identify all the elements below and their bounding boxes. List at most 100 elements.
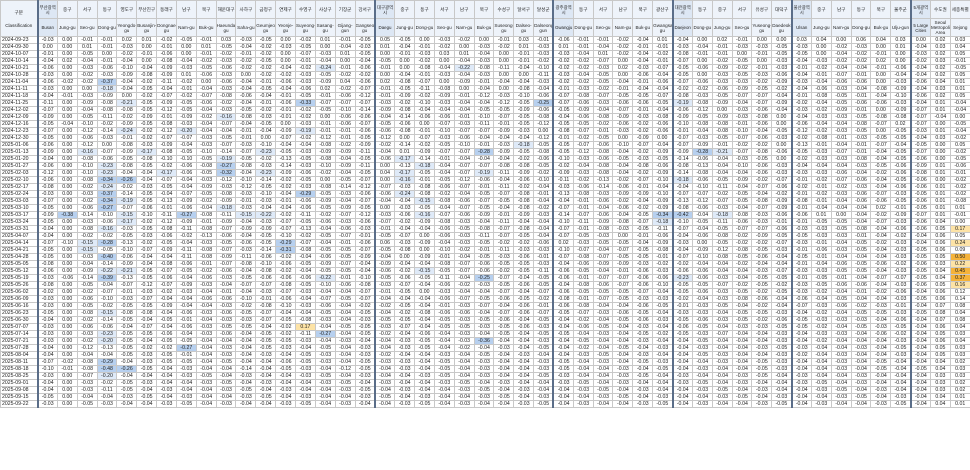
table-cell: 0.05: [929, 225, 951, 233]
table-cell: -0.04: [592, 106, 614, 114]
table-cell: -0.14: [394, 113, 416, 121]
table-cell: -0.03: [810, 57, 832, 65]
table-cell: -0.03: [433, 99, 455, 107]
table-cell: -0.01: [394, 50, 416, 58]
column-header-en: Nam-gu: [175, 18, 197, 37]
table-cell: -0.02: [156, 344, 177, 352]
table-cell: -0.05: [473, 386, 495, 394]
table-cell: -0.04: [36, 232, 58, 240]
table-cell: -0.04: [790, 162, 812, 170]
table-cell: -0.03: [790, 78, 812, 86]
table-cell: -0.05: [513, 295, 535, 303]
table-cell: -0.06: [830, 281, 852, 289]
table-cell: -0.03: [671, 43, 693, 51]
table-cell: -0.10: [116, 64, 138, 72]
table-cell: -0.04: [334, 344, 356, 352]
table-cell: -0.08: [394, 106, 416, 114]
table-cell: -0.05: [354, 358, 376, 366]
table-cell: -0.02: [136, 78, 158, 86]
table-cell: -0.05: [414, 169, 435, 177]
table-cell: -0.03: [36, 323, 58, 331]
table-cell: -0.04: [453, 155, 475, 163]
table-cell: -0.08: [691, 120, 713, 128]
table-cell: -0.03: [751, 344, 773, 352]
table-cell: -0.08: [592, 225, 614, 233]
table-cell: -0.04: [751, 351, 773, 359]
table-cell: -0.14: [116, 190, 138, 198]
table-cell: 0.00: [433, 78, 455, 86]
table-cell: -0.03: [830, 351, 852, 359]
table-cell: -0.05: [414, 274, 435, 282]
table-cell: -0.03: [810, 302, 832, 310]
table-cell: -0.05: [790, 323, 812, 331]
table-cell: -0.05: [334, 379, 356, 387]
table-cell: -0.09: [691, 246, 713, 254]
column-header-en: Nam-gu: [612, 18, 634, 37]
table-cell: -0.11: [175, 225, 197, 233]
table-cell: -0.05: [751, 85, 773, 93]
table-cell: -0.04: [414, 281, 435, 289]
table-cell: -0.01: [116, 134, 138, 142]
table-cell: -0.12: [156, 127, 177, 135]
table-cell: -0.02: [215, 50, 237, 58]
table-cell: -0.02: [156, 162, 177, 170]
table-cell: -0.07: [116, 204, 138, 212]
table-cell: -0.04: [314, 386, 336, 394]
table-cell: -0.42: [671, 211, 693, 219]
table-cell: -0.04: [909, 379, 931, 387]
table-cell: -0.02: [790, 183, 812, 191]
table-cell: -0.08: [394, 78, 416, 86]
table-cell: -0.01: [632, 43, 654, 51]
column-header-en: Buk-gu: [632, 18, 654, 37]
table-cell: -0.09: [612, 190, 634, 198]
table-cell: -0.09: [731, 85, 753, 93]
table-cell: -0.01: [334, 127, 356, 135]
table-cell: -0.05: [850, 127, 872, 135]
table-cell: -0.03: [711, 295, 733, 303]
table-cell: -0.03: [235, 36, 257, 44]
table-cell: -0.04: [453, 288, 475, 296]
table-row: 2025-05-26 -0.08 0.00 -0.05 -0.04 -0.07 -0.12-…: [0, 281, 970, 289]
table-cell: -0.01: [56, 92, 78, 100]
table-cell: -0.11: [552, 176, 574, 184]
table-cell: -0.03: [433, 379, 455, 387]
table-cell: -0.04: [909, 393, 931, 401]
table-cell: -0.21: [116, 267, 138, 275]
table-cell: -0.04: [275, 64, 296, 72]
table-cell: 0.00: [56, 344, 78, 352]
table-cell: -0.03: [76, 379, 98, 387]
table-cell: -0.03: [394, 358, 416, 366]
table-cell: -0.05: [533, 274, 554, 282]
table-cell: -0.05: [909, 141, 931, 149]
table-cell: -0.01: [373, 288, 396, 296]
table-cell: -0.04: [592, 302, 614, 310]
table-cell: -0.01: [830, 274, 852, 282]
table-cell: -0.05: [533, 400, 554, 408]
table-cell: -0.03: [195, 176, 217, 184]
table-cell: -0.03: [632, 155, 654, 163]
table-cell: -0.01: [572, 204, 594, 212]
table-cell: -0.01: [235, 50, 257, 58]
table-cell: -0.04: [909, 400, 931, 408]
table-cell: -0.06: [830, 260, 852, 268]
table-cell: -0.03: [731, 106, 753, 114]
table-row: 2025-06-02 -0.02 0.00 -0.02 -0.07 -0.01 -0.03-…: [0, 288, 970, 296]
table-cell: -0.04: [830, 239, 852, 247]
table-cell: -0.05: [632, 358, 654, 366]
table-body: 2024-09-23 -0.03 0.00 -0.01 -0.01 0.02 0.01 -0.…: [0, 36, 970, 408]
table-cell: -0.02: [612, 36, 634, 44]
row-date: 2025-04-21: [0, 246, 38, 254]
table-cell: -0.02: [275, 211, 296, 219]
table-cell: -0.03: [96, 400, 118, 408]
table-cell: -0.04: [711, 400, 733, 408]
table-cell: -0.04: [373, 337, 396, 345]
table-cell: -0.24: [96, 183, 118, 191]
table-cell: -0.04: [612, 358, 634, 366]
table-cell: -0.04: [870, 183, 892, 191]
table-cell: 0.00: [56, 50, 78, 58]
table-cell: -0.04: [414, 106, 435, 114]
column-header-kr: 동구: [96, 0, 118, 19]
table-cell: -0.06: [275, 274, 296, 282]
table-cell: -0.03: [533, 260, 554, 268]
column-header-kr: 부산진구: [136, 0, 158, 19]
